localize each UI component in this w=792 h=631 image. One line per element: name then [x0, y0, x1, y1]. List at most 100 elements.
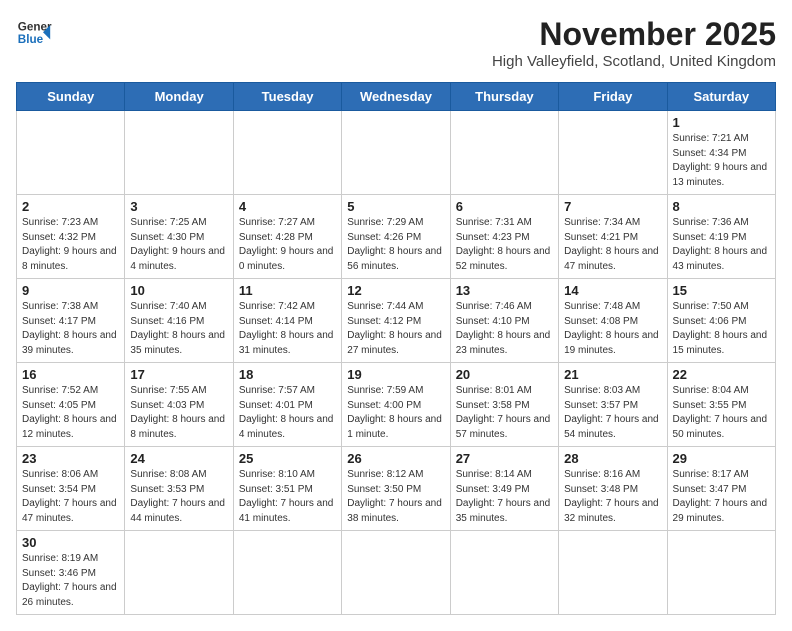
day-info: Sunrise: 7:38 AM Sunset: 4:17 PM Dayligh…	[22, 300, 119, 358]
col-header-thursday: Thursday	[450, 83, 558, 111]
calendar-cell: 9 Sunrise: 7:38 AM Sunset: 4:17 PM Daylig…	[17, 279, 125, 363]
calendar-cell	[125, 531, 233, 615]
calendar-cell: 3Sunrise: 7:25 AM Sunset: 4:30 PM Daylig…	[125, 195, 233, 279]
day-number: 26	[347, 451, 444, 466]
day-info: Sunrise: 7:29 AM Sunset: 4:26 PM Dayligh…	[347, 216, 444, 274]
day-info: Sunrise: 7:52 AM Sunset: 4:05 PM Dayligh…	[22, 384, 119, 442]
day-number: 2	[22, 199, 119, 214]
day-number: 11	[239, 283, 336, 298]
day-number: 5	[347, 199, 444, 214]
day-number: 18	[239, 367, 336, 382]
day-number: 7	[564, 199, 661, 214]
calendar-cell: 13Sunrise: 7:46 AM Sunset: 4:10 PM Dayli…	[450, 279, 558, 363]
day-number: 15	[673, 283, 770, 298]
day-number: 10	[130, 283, 227, 298]
day-number: 22	[673, 367, 770, 382]
day-info: Sunrise: 7:34 AM Sunset: 4:21 PM Dayligh…	[564, 216, 661, 274]
day-info: Sunrise: 7:40 AM Sunset: 4:16 PM Dayligh…	[130, 300, 227, 358]
day-info: Sunrise: 8:16 AM Sunset: 3:48 PM Dayligh…	[564, 468, 661, 526]
calendar-cell	[233, 111, 341, 195]
day-info: Sunrise: 8:04 AM Sunset: 3:55 PM Dayligh…	[673, 384, 770, 442]
day-info: Sunrise: 7:27 AM Sunset: 4:28 PM Dayligh…	[239, 216, 336, 274]
day-info: Sunrise: 7:23 AM Sunset: 4:32 PM Dayligh…	[22, 216, 119, 274]
calendar-cell	[342, 531, 450, 615]
calendar-cell: 29Sunrise: 8:17 AM Sunset: 3:47 PM Dayli…	[667, 447, 775, 531]
month-title: November 2025	[492, 16, 776, 53]
day-number: 23	[22, 451, 119, 466]
calendar-week-row: 16 Sunrise: 7:52 AM Sunset: 4:05 PM Dayli…	[17, 363, 776, 447]
day-number: 25	[239, 451, 336, 466]
day-info: Sunrise: 7:31 AM Sunset: 4:23 PM Dayligh…	[456, 216, 553, 274]
calendar-cell: 21Sunrise: 8:03 AM Sunset: 3:57 PM Dayli…	[559, 363, 667, 447]
calendar-cell: 16 Sunrise: 7:52 AM Sunset: 4:05 PM Dayli…	[17, 363, 125, 447]
calendar-cell	[233, 531, 341, 615]
calendar-cell: 8 Sunrise: 7:36 AM Sunset: 4:19 PM Daylig…	[667, 195, 775, 279]
day-number: 16	[22, 367, 119, 382]
svg-text:Blue: Blue	[18, 33, 44, 46]
day-number: 9	[22, 283, 119, 298]
calendar-week-row: 30 Sunrise: 8:19 AM Sunset: 3:46 PM Dayli…	[17, 531, 776, 615]
day-info: Sunrise: 8:10 AM Sunset: 3:51 PM Dayligh…	[239, 468, 336, 526]
calendar-cell	[125, 111, 233, 195]
col-header-tuesday: Tuesday	[233, 83, 341, 111]
calendar-cell: 7 Sunrise: 7:34 AM Sunset: 4:21 PM Daylig…	[559, 195, 667, 279]
calendar-cell: 30 Sunrise: 8:19 AM Sunset: 3:46 PM Dayli…	[17, 531, 125, 615]
day-info: Sunrise: 7:57 AM Sunset: 4:01 PM Dayligh…	[239, 384, 336, 442]
day-number: 8	[673, 199, 770, 214]
day-number: 27	[456, 451, 553, 466]
calendar-cell	[667, 531, 775, 615]
day-number: 4	[239, 199, 336, 214]
generalblue-logo-icon: General Blue	[16, 16, 52, 52]
calendar-cell: 23 Sunrise: 8:06 AM Sunset: 3:54 PM Dayli…	[17, 447, 125, 531]
day-info: Sunrise: 8:06 AM Sunset: 3:54 PM Dayligh…	[22, 468, 119, 526]
day-number: 28	[564, 451, 661, 466]
day-info: Sunrise: 7:42 AM Sunset: 4:14 PM Dayligh…	[239, 300, 336, 358]
day-number: 17	[130, 367, 227, 382]
day-number: 29	[673, 451, 770, 466]
calendar-cell: 28 Sunrise: 8:16 AM Sunset: 3:48 PM Dayli…	[559, 447, 667, 531]
calendar-cell	[450, 111, 558, 195]
calendar-cell: 19Sunrise: 7:59 AM Sunset: 4:00 PM Dayli…	[342, 363, 450, 447]
calendar-cell: 14 Sunrise: 7:48 AM Sunset: 4:08 PM Dayli…	[559, 279, 667, 363]
calendar-cell: 20 Sunrise: 8:01 AM Sunset: 3:58 PM Dayli…	[450, 363, 558, 447]
header: General Blue November 2025 High Valleyfi…	[16, 16, 776, 70]
day-info: Sunrise: 7:48 AM Sunset: 4:08 PM Dayligh…	[564, 300, 661, 358]
day-number: 6	[456, 199, 553, 214]
col-header-monday: Monday	[125, 83, 233, 111]
day-number: 1	[673, 115, 770, 130]
location-title: High Valleyfield, Scotland, United Kingd…	[492, 53, 776, 70]
col-header-friday: Friday	[559, 83, 667, 111]
day-number: 20	[456, 367, 553, 382]
day-info: Sunrise: 8:19 AM Sunset: 3:46 PM Dayligh…	[22, 552, 119, 610]
calendar-cell: 22 Sunrise: 8:04 AM Sunset: 3:55 PM Dayli…	[667, 363, 775, 447]
calendar-cell	[342, 111, 450, 195]
calendar-week-row: 2 Sunrise: 7:23 AM Sunset: 4:32 PM Daylig…	[17, 195, 776, 279]
logo: General Blue	[16, 16, 52, 52]
calendar-week-row: 1Sunrise: 7:21 AM Sunset: 4:34 PM Daylig…	[17, 111, 776, 195]
day-info: Sunrise: 8:08 AM Sunset: 3:53 PM Dayligh…	[130, 468, 227, 526]
calendar: SundayMondayTuesdayWednesdayThursdayFrid…	[16, 82, 776, 615]
day-info: Sunrise: 7:36 AM Sunset: 4:19 PM Dayligh…	[673, 216, 770, 274]
day-number: 30	[22, 535, 119, 550]
day-info: Sunrise: 8:01 AM Sunset: 3:58 PM Dayligh…	[456, 384, 553, 442]
calendar-cell: 12 Sunrise: 7:44 AM Sunset: 4:12 PM Dayli…	[342, 279, 450, 363]
calendar-week-row: 23 Sunrise: 8:06 AM Sunset: 3:54 PM Dayli…	[17, 447, 776, 531]
day-info: Sunrise: 7:25 AM Sunset: 4:30 PM Dayligh…	[130, 216, 227, 274]
day-number: 24	[130, 451, 227, 466]
calendar-cell: 26Sunrise: 8:12 AM Sunset: 3:50 PM Dayli…	[342, 447, 450, 531]
calendar-cell: 18 Sunrise: 7:57 AM Sunset: 4:01 PM Dayli…	[233, 363, 341, 447]
calendar-week-row: 9 Sunrise: 7:38 AM Sunset: 4:17 PM Daylig…	[17, 279, 776, 363]
calendar-cell: 25 Sunrise: 8:10 AM Sunset: 3:51 PM Dayli…	[233, 447, 341, 531]
calendar-cell: 10 Sunrise: 7:40 AM Sunset: 4:16 PM Dayli…	[125, 279, 233, 363]
calendar-cell: 15 Sunrise: 7:50 AM Sunset: 4:06 PM Dayli…	[667, 279, 775, 363]
calendar-cell	[17, 111, 125, 195]
calendar-cell: 27Sunrise: 8:14 AM Sunset: 3:49 PM Dayli…	[450, 447, 558, 531]
day-info: Sunrise: 7:50 AM Sunset: 4:06 PM Dayligh…	[673, 300, 770, 358]
day-info: Sunrise: 7:46 AM Sunset: 4:10 PM Dayligh…	[456, 300, 553, 358]
calendar-cell: 4 Sunrise: 7:27 AM Sunset: 4:28 PM Daylig…	[233, 195, 341, 279]
calendar-cell: 24 Sunrise: 8:08 AM Sunset: 3:53 PM Dayli…	[125, 447, 233, 531]
col-header-wednesday: Wednesday	[342, 83, 450, 111]
day-info: Sunrise: 7:44 AM Sunset: 4:12 PM Dayligh…	[347, 300, 444, 358]
day-number: 12	[347, 283, 444, 298]
day-number: 14	[564, 283, 661, 298]
